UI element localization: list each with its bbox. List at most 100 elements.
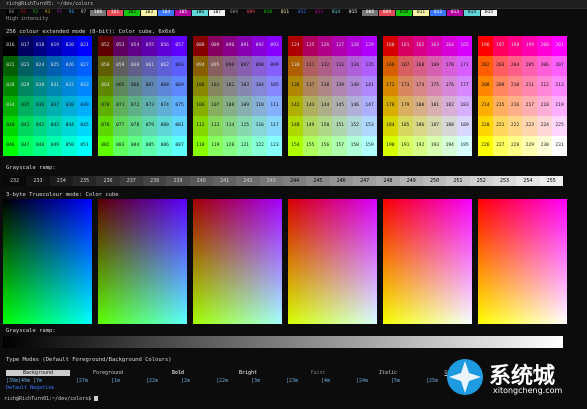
- color-swatch: 012: [294, 10, 310, 16]
- color-swatch: 008: [362, 10, 378, 16]
- cube-cell: 153: [362, 116, 377, 136]
- truecolor-panel: [193, 199, 282, 324]
- cube-cell: 185: [397, 116, 413, 136]
- cube-cell: 208: [478, 76, 493, 96]
- cube-cell: 090: [222, 36, 238, 56]
- cube-cell: 157: [332, 136, 348, 156]
- cube-cell: 169: [427, 56, 443, 76]
- color-swatch: 100: [90, 10, 106, 16]
- cube-cell: 073: [142, 96, 158, 116]
- cube-cell: 211: [522, 76, 538, 96]
- cube-cell: 120: [222, 136, 238, 156]
- cube-cell: 172: [383, 76, 398, 96]
- color-swatch: 009: [243, 10, 259, 16]
- cube-cell: 106: [193, 96, 208, 116]
- cube-cell: 226: [478, 136, 493, 156]
- cube-cell: 021: [77, 36, 92, 56]
- cube-cell: 018: [32, 36, 48, 56]
- cube-cell: 140: [347, 76, 363, 96]
- cube-cell: 130: [288, 56, 303, 76]
- cube-cell: 049: [47, 136, 63, 156]
- cube-cell: 110: [252, 96, 268, 116]
- truecolor-title: 3-byte Truecolour mode: Color cube: [6, 192, 119, 198]
- grayscale-cell: 243: [259, 176, 283, 186]
- cube-cell: 083: [112, 136, 128, 156]
- cube-cell: 148: [288, 116, 303, 136]
- cube-cell: 038: [62, 96, 78, 116]
- cube-block: 124 125 126 127 128 129 130 131 132 133 134 135 136 1…: [288, 36, 377, 156]
- type-mode-background: Background: [6, 370, 70, 376]
- cube-cell: 040: [3, 116, 18, 136]
- cube-cell: 037: [47, 96, 63, 116]
- cube-cell: 078: [127, 116, 143, 136]
- cube-block: 052 053 054 055 056 057 058 059 060 061 062 063 064 0…: [98, 36, 187, 156]
- prompt-line[interactable]: rich@RichTurn01:~/dev/colors$: [4, 396, 99, 402]
- cube-cell: 181: [427, 96, 443, 116]
- cube-cell: 134: [347, 56, 363, 76]
- cube-cell: 045: [77, 116, 92, 136]
- cube-cell: 085: [142, 136, 158, 156]
- cube-cell: 209: [492, 76, 508, 96]
- color-swatch: 014: [464, 10, 480, 16]
- cube-cell: 124: [288, 36, 303, 56]
- cube-cell: 189: [457, 116, 472, 136]
- cube-cell: 056: [157, 36, 173, 56]
- type-mode-foreground: Foreground: [92, 370, 124, 376]
- cube-cell: 105: [267, 76, 282, 96]
- cube-cell: 063: [172, 56, 187, 76]
- cube-cell: 113: [207, 116, 223, 136]
- cube-cell: 087: [172, 136, 187, 156]
- grayscale-ramp: 232 233 234 235 236 237 238 239 240 241 242 243 244 2…: [3, 176, 563, 186]
- cube-cell: 132: [317, 56, 333, 76]
- cube-cell: 046: [3, 136, 18, 156]
- cube-cell: 165: [457, 36, 472, 56]
- cube-cell: 096: [222, 56, 238, 76]
- cube-cell: 229: [522, 136, 538, 156]
- grayscale-cell: 233: [26, 176, 50, 186]
- grayscale-cell: 253: [492, 176, 517, 186]
- cube-cell: 216: [507, 96, 523, 116]
- type-code: [25m: [426, 378, 439, 384]
- cube-cell: 094: [193, 56, 208, 76]
- cube-cell: 192: [412, 136, 428, 156]
- cube-cell: 180: [412, 96, 428, 116]
- cube-cell: 175: [427, 76, 443, 96]
- cube-section-title: 256 colour extended mode (8-bit): Color …: [6, 29, 175, 35]
- cube-cell: 075: [172, 96, 187, 116]
- color-swatch: 102: [124, 10, 140, 16]
- cube-cell: 127: [332, 36, 348, 56]
- cube-cell: 188: [442, 116, 458, 136]
- cube-cell: 230: [537, 136, 553, 156]
- grayscale-cell: 234: [49, 176, 73, 186]
- cube-cell: 019: [47, 36, 63, 56]
- cube-cell: 051: [77, 136, 92, 156]
- cube-cell: 088: [193, 36, 208, 56]
- grayscale-cell: 244: [282, 176, 307, 186]
- cube-cell: 223: [522, 116, 538, 136]
- cube-cell: 203: [492, 56, 508, 76]
- cube-cell: 195: [457, 136, 472, 156]
- cube-cell: 115: [237, 116, 253, 136]
- cube-cell: 081: [172, 116, 187, 136]
- cube-cell: 167: [397, 56, 413, 76]
- cube-cell: 178: [383, 96, 398, 116]
- cube-cell: 032: [62, 76, 78, 96]
- cube-cell: 193: [427, 136, 443, 156]
- cube-cell: 204: [507, 56, 523, 76]
- cube-cell: 128: [347, 36, 363, 56]
- cube-cell: 143: [302, 96, 318, 116]
- grayscale-cell: 232: [3, 176, 27, 186]
- cube-cell: 176: [442, 76, 458, 96]
- cube-cell: 118: [193, 136, 208, 156]
- cube-cell: 082: [98, 136, 113, 156]
- cube-cell: 020: [62, 36, 78, 56]
- color-swatch: 101: [107, 10, 123, 16]
- text-cursor: [94, 396, 99, 401]
- type-code: [27m: [76, 378, 89, 384]
- cube-cell: 102: [222, 76, 238, 96]
- cube-cell: 119: [207, 136, 223, 156]
- cube-cell: 125: [302, 36, 318, 56]
- cube-cell: 170: [442, 56, 458, 76]
- color-swatch: 106: [192, 10, 208, 16]
- cube-cell: 145: [332, 96, 348, 116]
